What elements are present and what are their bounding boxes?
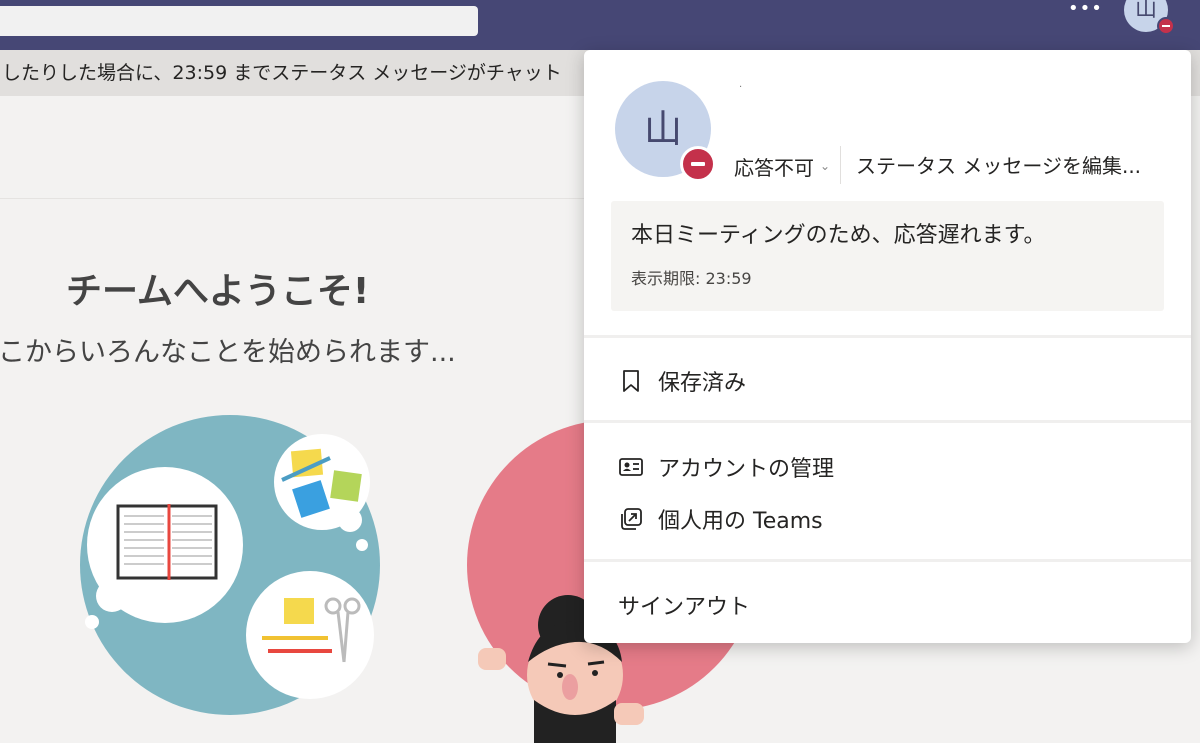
open-external-icon [621,508,642,530]
welcome-subtitle: こからいろんなことを始められます... [0,337,456,368]
menu-item-label: 個人用の Teams [658,509,823,534]
personal-teams-menu-item[interactable]: 個人用の Teams [618,499,823,539]
app-header: ••• 山 [0,0,1200,50]
manage-account-menu-item[interactable]: アカウントの管理 [618,447,834,487]
more-options-icon[interactable]: ••• [1068,0,1103,19]
search-input[interactable] [0,6,478,36]
divider [584,420,1191,423]
status-message-text: 本日ミーティングのため、応答遅れます。 [631,223,1046,248]
presence-status-dropdown[interactable]: 応答不可 ⌄ [734,148,830,184]
profile-menu: 山 · 応答不可 ⌄ ステータス メッセージを編集... 本日ミーティングのため… [584,50,1191,643]
divider [0,198,590,199]
status-message-card[interactable]: 本日ミーティングのため、応答遅れます。 表示期限: 23:59 [611,201,1164,311]
menu-item-label: 保存済み [658,371,747,396]
user-name: · [739,82,743,93]
chevron-down-icon: ⌄ [820,159,831,173]
sign-out-button[interactable]: サインアウト [618,585,750,625]
saved-menu-item[interactable]: 保存済み [618,361,746,401]
divider [584,335,1191,338]
do-not-disturb-icon [680,146,716,182]
welcome-title: チームへようこそ! [66,271,370,312]
status-expiry: 表示期限: 23:59 [631,269,752,288]
menu-item-label: アカウントの管理 [658,457,835,482]
divider [584,559,1191,562]
bookmark-icon [623,370,639,392]
presence-status-label: 応答不可 [734,155,814,180]
contact-card-icon [619,458,643,476]
do-not-disturb-icon [1157,17,1175,35]
divider [840,146,841,184]
edit-status-message-button[interactable]: ステータス メッセージを編集... [856,148,1141,184]
